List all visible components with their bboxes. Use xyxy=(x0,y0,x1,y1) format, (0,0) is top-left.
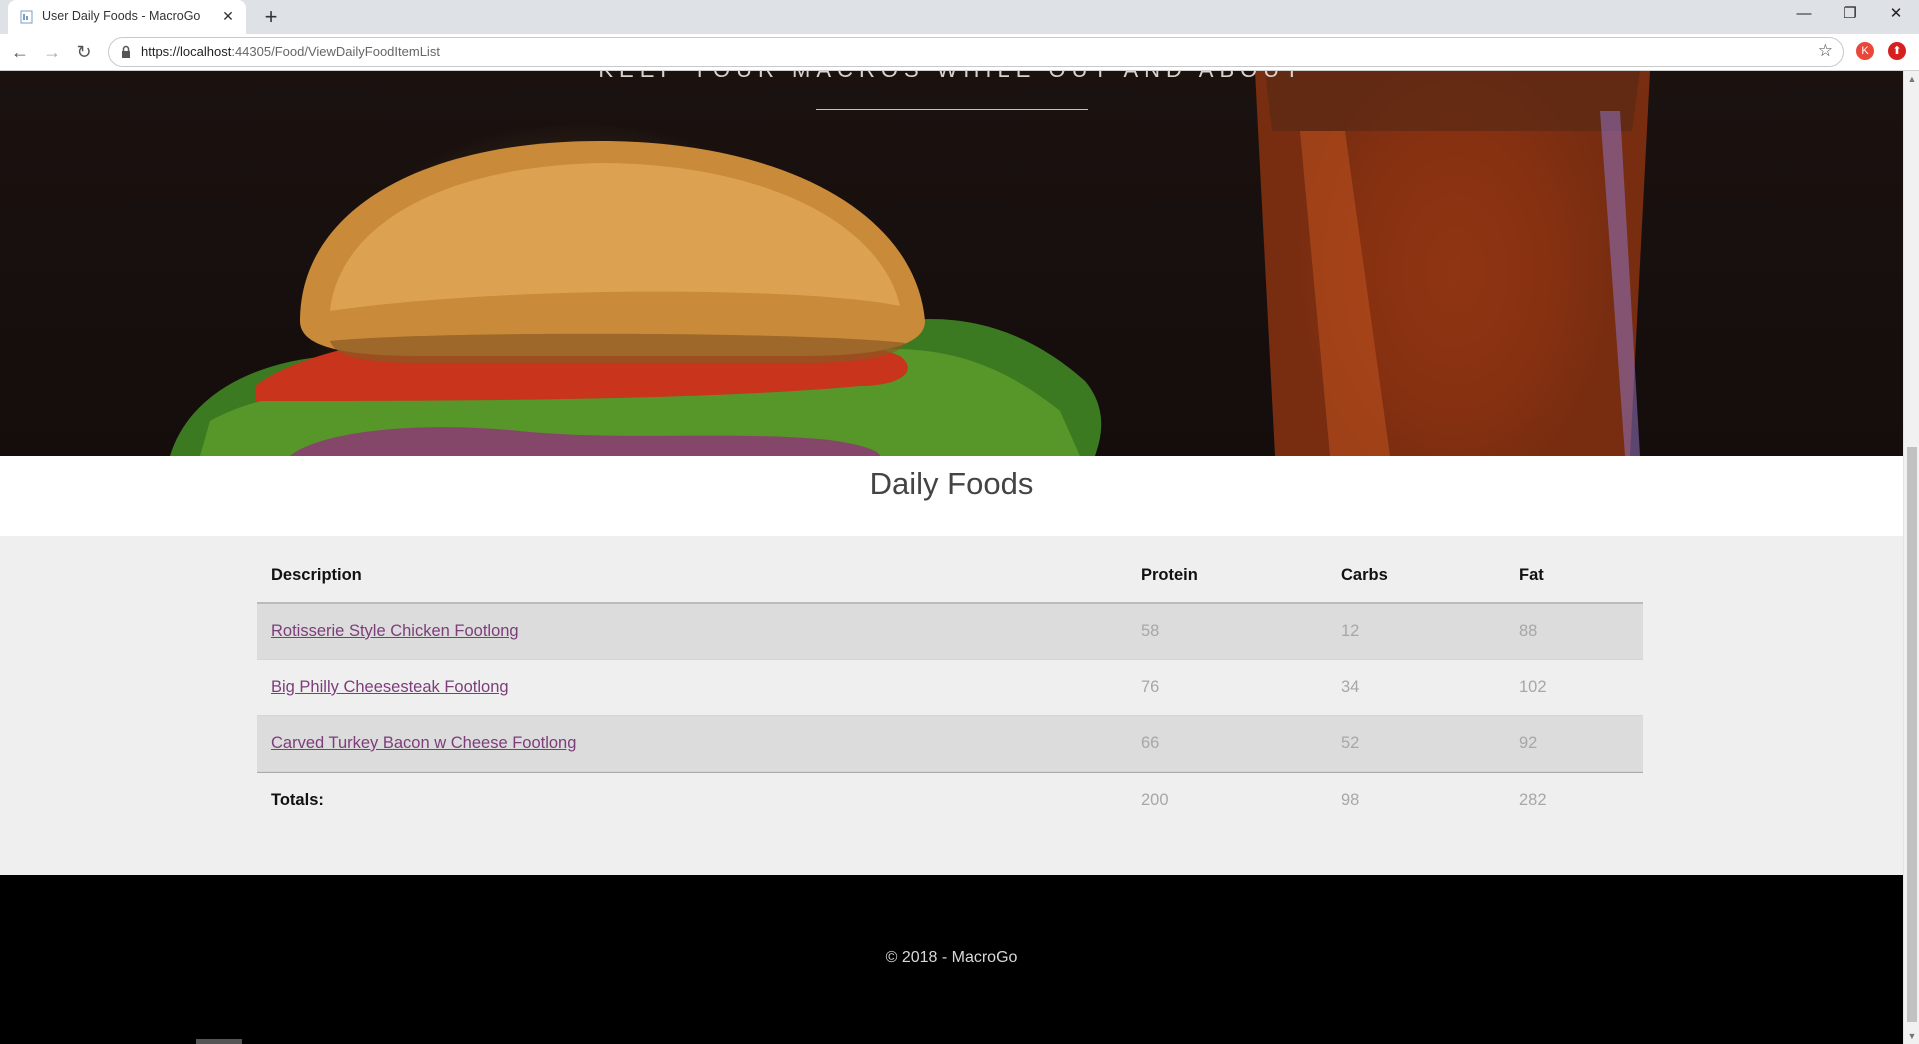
scroll-down-arrow-icon[interactable]: ▼ xyxy=(1904,1028,1919,1044)
new-tab-button[interactable]: + xyxy=(258,4,284,30)
hero-subtitle: KEEP YOUR MACROS WHILE OUT AND ABOUT xyxy=(0,71,1903,83)
close-tab-icon[interactable]: ✕ xyxy=(218,6,238,26)
page-title: Daily Foods xyxy=(869,466,1034,501)
food-link[interactable]: Carved Turkey Bacon w Cheese Footlong xyxy=(271,734,576,753)
total-carbs: 98 xyxy=(1341,791,1360,809)
close-window-button[interactable]: ✕ xyxy=(1873,0,1919,30)
restore-button[interactable]: ❐ xyxy=(1827,0,1873,30)
carbs-value: 52 xyxy=(1341,734,1360,752)
page-title-bar: Daily Foods xyxy=(0,456,1903,536)
back-button[interactable]: ← xyxy=(8,40,32,64)
total-protein: 200 xyxy=(1141,791,1169,809)
fat-value: 88 xyxy=(1519,622,1538,640)
bookmark-star-icon[interactable]: ☆ xyxy=(1818,41,1833,61)
daily-foods-table: Description Protein Carbs Fat Rotisserie… xyxy=(257,536,1643,828)
header-protein: Protein xyxy=(1141,566,1198,584)
extension-icon[interactable]: ⬆ xyxy=(1888,42,1906,60)
vertical-scrollbar[interactable]: ▲ ▼ xyxy=(1903,71,1919,1044)
carbs-value: 34 xyxy=(1341,678,1360,696)
total-fat: 282 xyxy=(1519,791,1547,809)
browser-tab[interactable]: User Daily Foods - MacroGo ✕ xyxy=(8,0,246,34)
url-host: https://localhost xyxy=(141,44,232,59)
minimize-button[interactable]: — xyxy=(1781,0,1827,30)
table-row: Rotisserie Style Chicken Footlong 58 12 … xyxy=(257,604,1643,660)
reload-button[interactable]: ↻ xyxy=(72,40,96,64)
header-fat: Fat xyxy=(1519,566,1544,584)
food-link[interactable]: Rotisserie Style Chicken Footlong xyxy=(271,622,519,641)
header-carbs: Carbs xyxy=(1341,566,1388,584)
hero-banner: KEEP YOUR MACROS WHILE OUT AND ABOUT xyxy=(0,71,1903,456)
page-footer: © 2018 - MacroGo xyxy=(0,875,1903,1044)
carbs-value: 12 xyxy=(1341,622,1360,640)
totals-row: Totals: 200 98 282 xyxy=(257,772,1643,828)
page-viewport: KEEP YOUR MACROS WHILE OUT AND ABOUT Dai… xyxy=(0,71,1903,1044)
food-link[interactable]: Big Philly Cheesesteak Footlong xyxy=(271,678,509,697)
protein-value: 76 xyxy=(1141,678,1160,696)
browser-toolbar: ← → ↻ https://localhost:44305/Food/ViewD… xyxy=(0,34,1919,71)
browser-tabstrip: User Daily Foods - MacroGo ✕ + — ❐ ✕ xyxy=(0,0,1919,34)
url-path: :44305/Food/ViewDailyFoodItemList xyxy=(231,44,440,59)
scroll-up-arrow-icon[interactable]: ▲ xyxy=(1904,71,1919,87)
forward-button[interactable]: → xyxy=(40,40,64,64)
profile-avatar[interactable]: K xyxy=(1856,42,1874,60)
address-bar[interactable]: https://localhost:44305/Food/ViewDailyFo… xyxy=(108,37,1844,67)
copyright-text: © 2018 - MacroGo xyxy=(885,949,1018,966)
protein-value: 66 xyxy=(1141,734,1160,752)
fat-value: 92 xyxy=(1519,734,1538,752)
tab-title: User Daily Foods - MacroGo xyxy=(42,9,201,23)
header-description: Description xyxy=(271,566,362,584)
page-icon xyxy=(20,10,33,24)
url-text: https://localhost:44305/Food/ViewDailyFo… xyxy=(141,44,440,59)
scrollbar-thumb[interactable] xyxy=(1907,447,1917,1022)
table-header-row: Description Protein Carbs Fat xyxy=(257,536,1643,604)
table-row: Carved Turkey Bacon w Cheese Footlong 66… xyxy=(257,716,1643,772)
burger-and-beer-image xyxy=(170,71,1650,456)
lock-icon xyxy=(122,45,130,58)
fat-value: 102 xyxy=(1519,678,1547,696)
table-row: Big Philly Cheesesteak Footlong 76 34 10… xyxy=(257,660,1643,716)
protein-value: 58 xyxy=(1141,622,1160,640)
hero-divider xyxy=(816,109,1088,110)
totals-label: Totals: xyxy=(271,791,324,809)
horizontal-scrollbar-thumb[interactable] xyxy=(196,1039,242,1044)
